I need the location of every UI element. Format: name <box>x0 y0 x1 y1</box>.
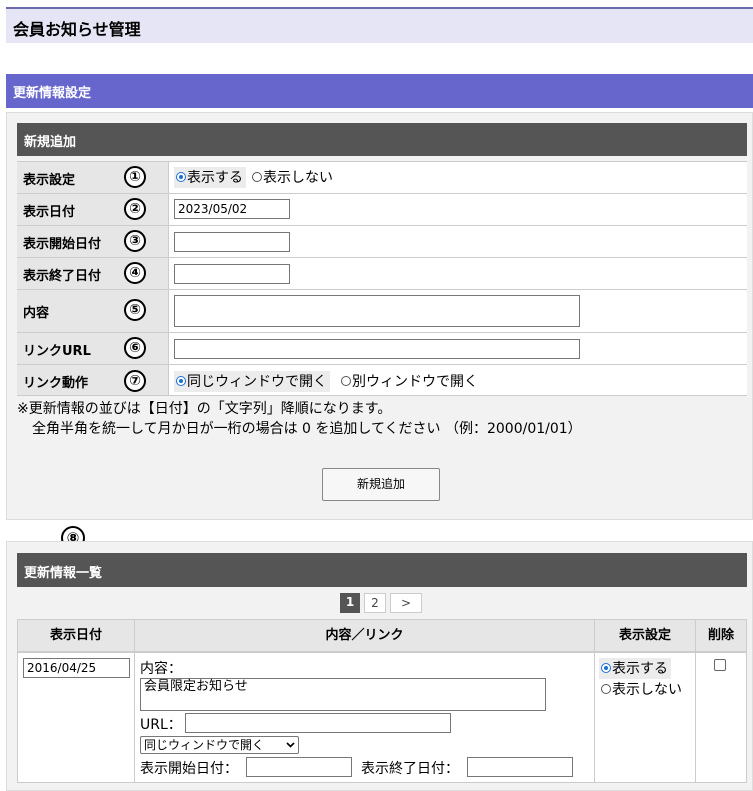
add-button[interactable]: 新規追加 <box>322 468 440 501</box>
radio-icon <box>601 684 611 694</box>
row-display-date: 表示日付 ② 2023/05/02 <box>17 193 747 225</box>
row-label-cell: 内容 ⑤ <box>17 290 168 332</box>
row-value-cell: 同じウィンドウで開く 別ウィンドウで開く <box>168 365 747 395</box>
row-content: 内容 ⑤ <box>17 289 747 332</box>
row-value-cell <box>168 333 747 364</box>
marker-6: ⑥ <box>124 337 146 359</box>
row-end-date: 表示終了日付 ④ <box>17 257 747 289</box>
row-content-textarea[interactable]: 会員限定お知らせ <box>140 678 546 711</box>
table-cell-date: 2016/04/25 <box>17 652 135 783</box>
row-end-input[interactable] <box>467 757 573 777</box>
end-date-label: 表示終了日付 <box>23 269 102 284</box>
row-display-on-radio[interactable]: 表示する <box>599 658 671 679</box>
radio-icon <box>341 376 351 386</box>
radio-icon <box>252 172 262 182</box>
display-off-radio[interactable]: 表示しない <box>252 167 333 187</box>
marker-7: ⑦ <box>124 370 146 392</box>
section-header: 更新情報設定 <box>6 74 753 108</box>
new-window-radio[interactable]: 別ウィンドウで開く <box>341 371 478 391</box>
end-date-input[interactable] <box>174 264 290 284</box>
list-section-header: 更新情報一覧 <box>17 553 747 587</box>
row-display-setting: 表示設定 ① 表示する 表示しない <box>17 161 747 193</box>
page-title: 会員お知らせ管理 <box>13 20 141 39</box>
row-start-date: 表示開始日付 ③ <box>17 225 747 257</box>
row-content-label: 内容： <box>140 661 182 677</box>
row-end-label: 表示終了日付： <box>361 761 459 777</box>
row-label-cell: 表示開始日付 ③ <box>17 226 168 257</box>
row-label-cell: リンク動作 ⑦ <box>17 365 168 395</box>
row-url-label: URL： <box>140 717 182 733</box>
start-date-input[interactable] <box>174 232 290 252</box>
row-label-cell: リンクURL ⑥ <box>17 333 168 364</box>
page-2-link[interactable]: 2 <box>364 593 386 613</box>
link-url-input[interactable] <box>174 339 580 359</box>
chevron-down-icon <box>286 742 295 748</box>
row-value-cell: 2023/05/02 <box>168 194 747 225</box>
note-line-1: ※更新情報の並びは【日付】の「文字列」降順になります。 <box>17 401 392 417</box>
column-header-content: 内容／リンク <box>134 619 595 652</box>
next-page-link[interactable]: > <box>390 593 422 613</box>
radio-icon <box>601 663 611 673</box>
display-on-radio[interactable]: 表示する <box>174 167 246 188</box>
column-header-delete: 削除 <box>695 619 747 652</box>
add-section-header: 新規追加 <box>17 123 747 156</box>
marker-3: ③ <box>124 230 146 252</box>
table-cell-content: 内容： 会員限定お知らせ URL： 同じウィンドウで開く 表示開始日付： 表示終… <box>134 652 595 783</box>
row-url-input[interactable] <box>185 713 451 733</box>
page-1-current: 1 <box>340 593 360 613</box>
display-date-label: 表示日付 <box>23 205 76 220</box>
row-value-cell: 表示する 表示しない <box>168 162 747 193</box>
start-date-label: 表示開始日付 <box>23 237 102 252</box>
table-cell-delete <box>695 652 747 783</box>
marker-5: ⑤ <box>124 299 146 321</box>
section-title: 更新情報設定 <box>13 86 92 101</box>
display-setting-label: 表示設定 <box>23 173 76 188</box>
row-display-off-radio[interactable]: 表示しない <box>601 679 682 699</box>
row-link-action: リンク動作 ⑦ 同じウィンドウで開く 別ウィンドウで開く <box>17 364 747 396</box>
marker-2: ② <box>124 198 146 220</box>
row-window-select[interactable]: 同じウィンドウで開く <box>140 736 299 754</box>
table-cell-display: 表示する 表示しない <box>594 652 696 783</box>
column-header-date: 表示日付 <box>17 619 135 652</box>
row-value-cell <box>168 226 747 257</box>
marker-4: ④ <box>124 262 146 284</box>
same-window-radio[interactable]: 同じウィンドウで開く <box>174 371 330 392</box>
link-action-label: リンク動作 <box>23 376 89 391</box>
row-date-input[interactable]: 2016/04/25 <box>23 658 130 678</box>
display-date-input[interactable]: 2023/05/02 <box>174 199 290 219</box>
link-url-label: リンクURL <box>23 344 91 359</box>
column-header-display: 表示設定 <box>594 619 696 652</box>
add-section-title: 新規追加 <box>24 135 77 150</box>
row-value-cell <box>168 290 747 332</box>
note-line-2: 全角半角を統一して月か日が一桁の場合は 0 を追加してください （例：2000/… <box>32 421 582 437</box>
row-label-cell: 表示日付 ② <box>17 194 168 225</box>
content-textarea[interactable] <box>174 295 580 327</box>
row-label-cell: 表示設定 ① <box>17 162 168 193</box>
row-start-label: 表示開始日付： <box>140 761 238 777</box>
radio-icon <box>176 376 186 386</box>
row-value-cell <box>168 258 747 289</box>
page-header: 会員お知らせ管理 <box>6 7 753 43</box>
row-link-url: リンクURL ⑥ <box>17 332 747 364</box>
list-section-title: 更新情報一覧 <box>24 566 103 581</box>
row-delete-checkbox[interactable] <box>714 659 726 671</box>
row-start-input[interactable] <box>246 757 352 777</box>
content-label: 内容 <box>23 306 50 321</box>
row-label-cell: 表示終了日付 ④ <box>17 258 168 289</box>
radio-icon <box>176 172 186 182</box>
marker-1: ① <box>124 166 146 188</box>
